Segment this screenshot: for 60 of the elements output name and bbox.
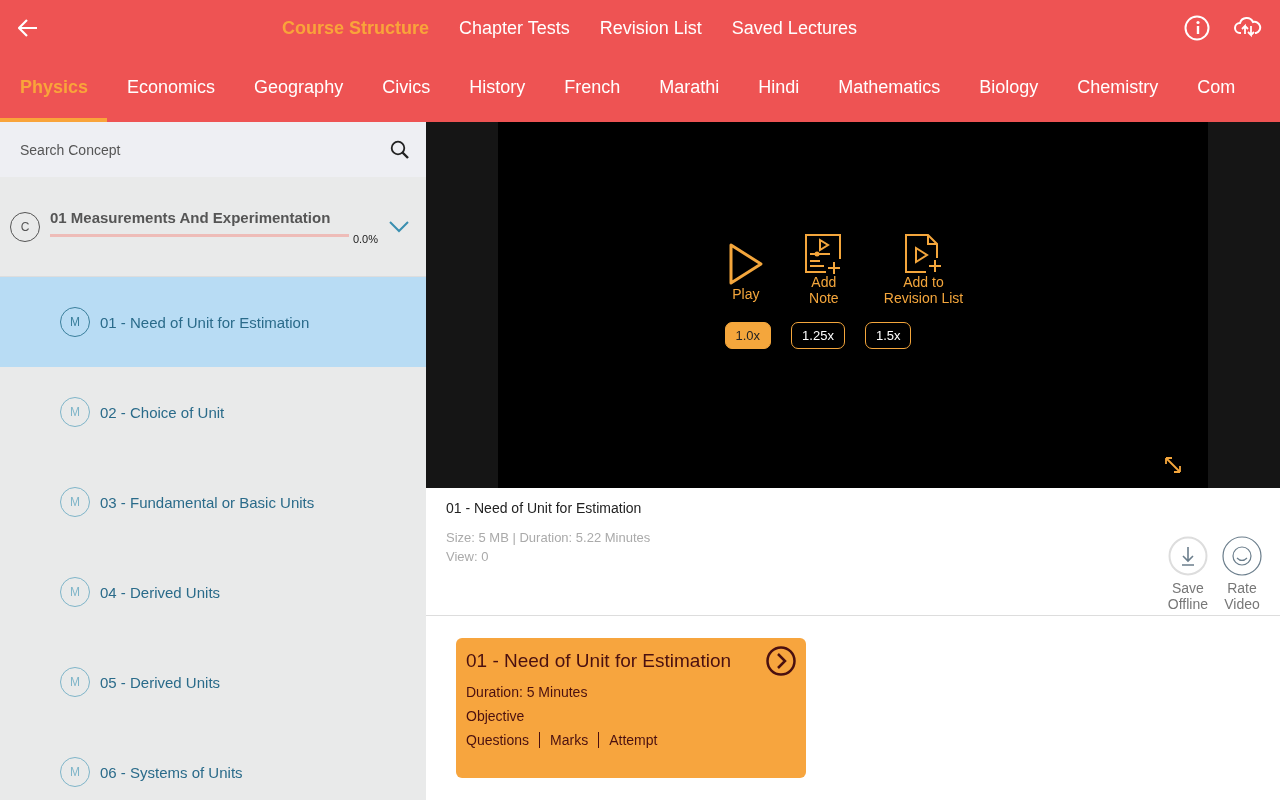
speed-button[interactable]: 1.0x xyxy=(724,322,772,349)
subject-tab[interactable]: Civics xyxy=(362,56,450,122)
lesson-item[interactable]: M 06 - Systems of Units xyxy=(0,727,426,800)
player-action[interactable]: Add to Revision List xyxy=(883,234,964,306)
lesson-title: 04 - Derived Units xyxy=(100,583,221,601)
subject-tab[interactable]: Com xyxy=(1177,56,1255,122)
subject-tab[interactable]: Biology xyxy=(959,56,1058,122)
subject-tab[interactable]: Economics xyxy=(107,56,235,122)
lesson-title: 03 - Fundamental or Basic Units xyxy=(100,493,315,511)
arrow-circle-icon[interactable] xyxy=(766,646,796,676)
top-tab[interactable]: Saved Lectures xyxy=(731,17,857,39)
speed-button[interactable]: 1.5x xyxy=(864,322,912,349)
video-title: 01 - Need of Unit for Estimation xyxy=(446,499,643,517)
player-action[interactable]: Add Note xyxy=(803,234,844,306)
subject-tab[interactable]: Geography xyxy=(234,56,363,122)
file-add-icon xyxy=(903,234,944,274)
column-label: Attempt xyxy=(598,732,668,748)
video-action[interactable]: Rate Video xyxy=(1222,536,1262,613)
lesson-item[interactable]: M 02 - Choice of Unit xyxy=(0,367,426,457)
download-icon xyxy=(1167,536,1208,577)
lesson-title: 05 - Derived Units xyxy=(100,673,221,691)
lesson-title: 02 - Choice of Unit xyxy=(100,403,225,421)
play-icon xyxy=(727,242,764,286)
fullscreen-icon[interactable] xyxy=(1164,456,1182,475)
progress-percent: 0.0% xyxy=(352,232,378,245)
lesson-item[interactable]: M 01 - Need of Unit for Estimation xyxy=(0,277,426,367)
subject-tab[interactable]: Marathi xyxy=(639,56,739,122)
test-duration: Duration: 5 Minutes xyxy=(466,684,589,700)
video-meta: Size: 5 MB | Duration: 5.22 Minutes xyxy=(446,529,651,548)
test-type: Objective xyxy=(466,708,526,724)
search-field[interactable]: Search Concept xyxy=(0,122,426,177)
video-action[interactable]: Save Offline xyxy=(1167,536,1208,613)
smiley-icon xyxy=(1222,536,1262,577)
lesson-item[interactable]: M 03 - Fundamental or Basic Units xyxy=(0,457,426,547)
column-label: Questions xyxy=(466,732,531,748)
player-action[interactable]: Play xyxy=(727,242,764,302)
speed-button[interactable]: 1.25x xyxy=(791,322,845,349)
subject-tab[interactable]: Mathematics xyxy=(818,56,960,122)
column-label: Marks xyxy=(539,732,599,748)
subject-tab[interactable]: Chemistry xyxy=(1057,56,1178,122)
top-tab[interactable]: Revision List xyxy=(599,17,702,39)
subject-tab[interactable]: Hindi xyxy=(738,56,819,122)
lesson-title: 01 - Need of Unit for Estimation xyxy=(100,313,310,331)
lesson-item[interactable]: M 05 - Derived Units xyxy=(0,637,426,727)
lesson-title: 06 - Systems of Units xyxy=(100,763,243,781)
cloud-sync-icon[interactable] xyxy=(1234,17,1262,39)
top-tab[interactable]: Chapter Tests xyxy=(459,17,570,39)
view-count: View: 0 xyxy=(446,548,490,567)
test-title: 01 - Need of Unit for Estimation xyxy=(466,650,732,672)
subject-tab[interactable]: History xyxy=(449,56,545,122)
chapter-title: 01 Measurements And Experimentation xyxy=(50,208,331,226)
search-input[interactable]: Search Concept xyxy=(18,140,390,159)
back-arrow-icon[interactable] xyxy=(18,19,38,37)
subject-tab[interactable]: French xyxy=(544,56,640,122)
search-icon[interactable] xyxy=(390,139,410,160)
note-add-icon xyxy=(803,234,844,274)
info-icon[interactable] xyxy=(1184,15,1210,41)
test-card[interactable]: 01 - Need of Unit for Estimation Duration: 5 Minutes Objective Questions Marks Attempt xyxy=(456,638,806,778)
chevron-icon[interactable] xyxy=(388,219,410,234)
lesson-item[interactable]: M 04 - Derived Units xyxy=(0,547,426,637)
